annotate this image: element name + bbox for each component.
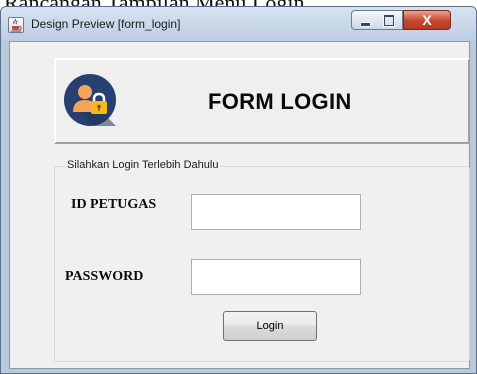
close-button[interactable]: X — [403, 10, 451, 30]
title-bar[interactable]: Design Preview [form_login] X — [1, 7, 476, 41]
login-panel: Silahkan Login Terlebih Dahulu ID PETUGA… — [54, 159, 470, 362]
close-icon: X — [422, 12, 432, 28]
form-title: FORM LOGIN — [208, 89, 352, 114]
user-lock-icon — [64, 74, 116, 126]
java-cup-icon — [8, 17, 24, 33]
design-preview-window: Design Preview [form_login] X FORM LOGIN… — [0, 6, 477, 374]
header-panel: FORM LOGIN — [54, 58, 470, 144]
window-title: Design Preview [form_login] — [31, 17, 181, 31]
password-field[interactable] — [191, 259, 361, 295]
password-label: PASSWORD — [65, 269, 144, 284]
id-petugas-label: ID PETUGAS — [71, 197, 157, 212]
form-client-area: FORM LOGIN Silahkan Login Terlebih Dahul… — [9, 41, 470, 369]
minimize-button[interactable] — [351, 10, 378, 30]
login-button[interactable]: Login — [223, 311, 317, 341]
id-petugas-field[interactable] — [191, 194, 361, 230]
maximize-button[interactable] — [377, 10, 403, 30]
login-panel-legend: Silahkan Login Terlebih Dahulu — [65, 159, 221, 171]
